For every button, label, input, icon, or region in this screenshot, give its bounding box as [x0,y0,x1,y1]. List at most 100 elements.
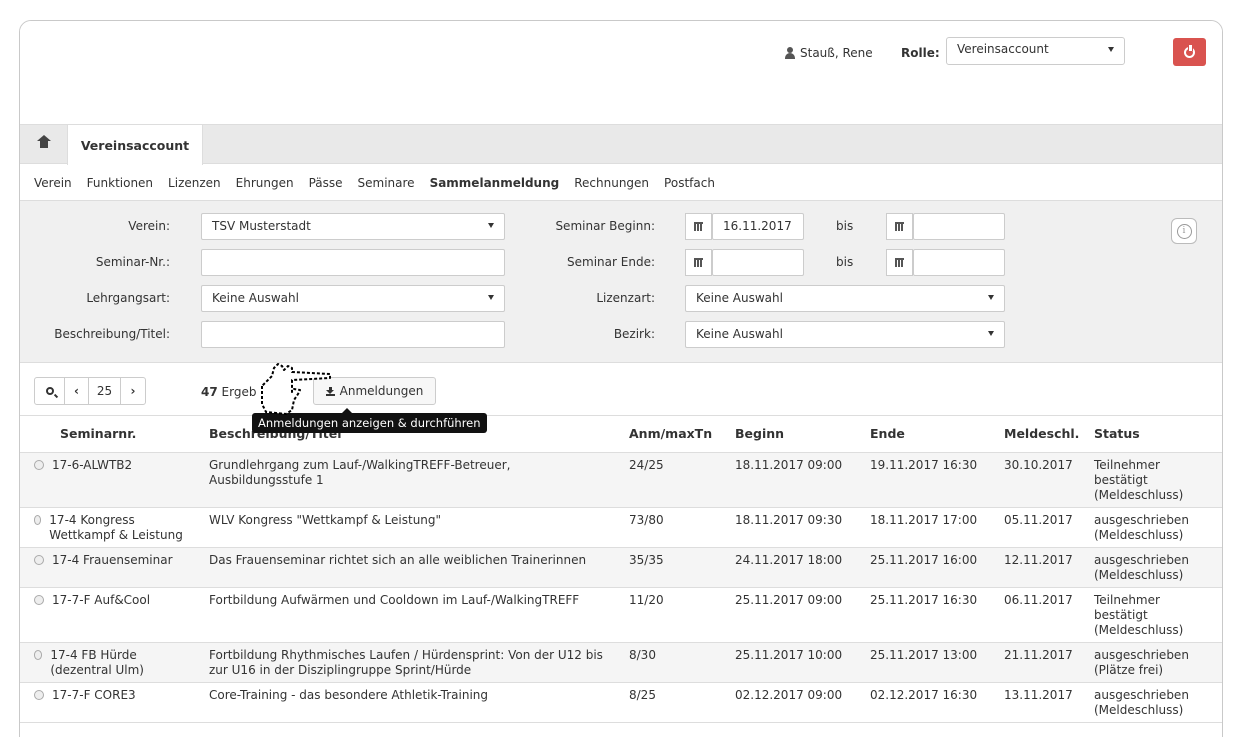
cell-ende: 25.11.2017 16:30 [864,587,998,643]
col-ende[interactable]: Ende [864,416,998,453]
role-select[interactable]: Vereinsaccount [946,37,1125,65]
prev-page-button[interactable]: ‹ [65,378,89,404]
subnav-postfach[interactable]: Postfach [664,176,715,190]
cell-meldeschl: 06.11.2017 [998,587,1088,643]
row-nr: 17-4 FB Hürde (dezentral Ulm) [50,647,144,677]
table-row[interactable]: 17-7-F CORE3 Core-Training - das besonde… [20,682,1222,723]
tab-vereinsaccount[interactable]: Vereinsaccount [67,125,203,165]
chevron-right-icon: › [130,384,136,398]
cell-meldeschl: 21.11.2017 [998,642,1088,683]
cell-nr: 17-6-ALWTB2 [20,452,203,508]
cell-status: ausgeschrieben (Meldeschluss) [1088,507,1222,548]
cell-title: Fortbildung Rhythmisches Laufen / Hürden… [203,642,623,683]
cell-beginn: 24.11.2017 18:00 [729,547,864,588]
tab-home[interactable] [20,125,67,164]
cell-nr: 17-4 FB Hürde (dezentral Ulm) [20,642,203,683]
lizenzart-select[interactable]: Keine Auswahl [685,285,1005,312]
subnav-lizenzen[interactable]: Lizenzen [168,176,221,190]
row-nr: 17-7-F CORE3 [52,687,136,702]
cell-beginn: 25.11.2017 10:00 [729,642,864,683]
cell-status: ausgeschrieben (Meldeschluss) [1088,547,1222,588]
table-header-row: Seminarnr. Beschreibung/Titel Anm/maxTn … [20,416,1222,453]
cell-ende: 25.11.2017 13:00 [864,642,998,683]
subnav-sammelanmeldung[interactable]: Sammelanmeldung [430,176,560,190]
cell-title: Fortbildung Aufwärmen und Cooldown im La… [203,587,623,643]
table-row[interactable]: 17-6-ALWTB2 Grundlehrgang zum Lauf-/Walk… [20,452,1222,508]
table-row[interactable]: 17-4 FB Hürde (dezentral Ulm) Fortbildun… [20,642,1222,683]
table-row[interactable]: 17-4 Frauenseminar Das Frauenseminar ric… [20,547,1222,588]
table-row[interactable]: 17-7-F Auf&Cool Fortbildung Aufwärmen un… [20,587,1222,643]
col-seminarnr[interactable]: Seminarnr. [20,416,203,453]
page-size-input[interactable]: 25 [89,378,121,404]
cell-nr: 17-7-F CORE3 [20,682,203,723]
user-info[interactable]: Stauß, Rene [785,46,873,60]
info-icon: i [1176,223,1192,239]
cell-meldeschl: 13.11.2017 [998,682,1088,723]
chevron-down-icon [988,331,994,336]
search-button[interactable] [35,378,65,404]
cell-status: Teilnehmer bestätigt (Meldeschluss) [1088,452,1222,508]
subnav-rechnungen[interactable]: Rechnungen [574,176,649,190]
logout-button[interactable] [1173,38,1206,66]
cell-status: ausgeschrieben (Plätze frei) [1088,642,1222,683]
row-radio[interactable] [34,594,44,605]
next-page-button[interactable]: › [121,378,145,404]
anmeldungen-label: Anmeldungen [339,384,424,398]
cell-ende: 18.11.2017 17:00 [864,507,998,548]
subnav-seminare[interactable]: Seminare [358,176,415,190]
row-nr: 17-4 Kongress Wettkampf & Leistung [49,512,183,542]
row-radio[interactable] [34,459,44,470]
lehrgangsart-label: Lehrgangsart: [86,291,170,305]
cell-beginn: 18.11.2017 09:00 [729,452,864,508]
table-row[interactable]: 17-4 Kongress Wettkampf & Leistung WLV K… [20,507,1222,548]
results-count: 47 Ergeb [201,385,256,399]
cell-anm: 24/25 [623,452,729,508]
subnav-ehrungen[interactable]: Ehrungen [236,176,294,190]
beginn-bis-label: bis [836,219,854,233]
calendar-icon [895,258,904,267]
col-anm[interactable]: Anm/maxTn [623,416,729,453]
user-name: Stauß, Rene [800,46,873,60]
row-radio[interactable] [34,649,43,660]
info-button[interactable]: i [1171,218,1197,244]
bezirk-select[interactable]: Keine Auswahl [685,321,1005,348]
beginn-from-calendar[interactable] [685,213,712,240]
chevron-left-icon: ‹ [74,384,79,398]
col-beginn[interactable]: Beginn [729,416,864,453]
cell-anm: 73/80 [623,507,729,548]
row-nr: 17-4 Frauenseminar [52,552,173,567]
sub-navigation: Verein Funktionen Lizenzen Ehrungen Päss… [34,176,730,190]
col-status[interactable]: Status [1088,416,1222,453]
col-meldeschl[interactable]: Meldeschl. [998,416,1088,453]
tab-bar: Vereinsaccount [20,124,1222,165]
seminar-nr-input[interactable] [201,249,505,276]
subnav-funktionen[interactable]: Funktionen [87,176,153,190]
verein-select[interactable]: TSV Musterstadt [201,213,505,240]
cell-beginn: 25.11.2017 09:00 [729,587,864,643]
ende-to-input[interactable] [913,249,1005,276]
row-radio[interactable] [34,554,44,565]
filter-panel: Verein: TSV Musterstadt Seminar-Nr.: Leh… [20,200,1222,363]
row-radio[interactable] [34,514,42,525]
subnav-verein[interactable]: Verein [34,176,72,190]
cell-anm: 8/25 [623,682,729,723]
ende-from-input[interactable] [712,249,804,276]
beschreibung-label: Beschreibung/Titel: [54,327,170,341]
search-icon [45,387,54,395]
cell-ende: 25.11.2017 16:00 [864,547,998,588]
beginn-from-input[interactable]: 16.11.2017 [712,213,804,240]
ende-to-calendar[interactable] [886,249,913,276]
beginn-to-input[interactable] [913,213,1005,240]
home-icon [36,135,51,150]
beginn-to-calendar[interactable] [886,213,913,240]
cell-beginn: 02.12.2017 09:00 [729,682,864,723]
hand-cursor-icon [261,363,331,415]
row-radio[interactable] [34,689,44,700]
beschreibung-input[interactable] [201,321,505,348]
cell-title: Core-Training - das besondere Athletik-T… [203,682,623,723]
lehrgangsart-select[interactable]: Keine Auswahl [201,285,505,312]
subnav-paesse[interactable]: Pässe [309,176,343,190]
ende-from-calendar[interactable] [685,249,712,276]
chevron-down-icon [488,295,494,300]
chevron-down-icon [488,223,494,228]
